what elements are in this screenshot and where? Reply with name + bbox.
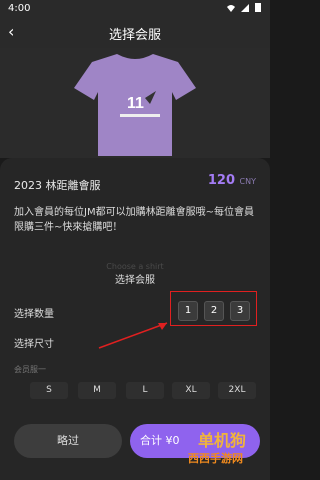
watermark-cn: 单机狗 bbox=[198, 431, 247, 450]
product-description: 加入會員的每位JM都可以加購林距離會服哦~每位會員限購三件~快來搶購吧！ bbox=[14, 207, 254, 233]
header: ‹ 选择会服 bbox=[0, 18, 270, 48]
price-value: 120 bbox=[207, 173, 235, 188]
signal-icon bbox=[241, 3, 249, 12]
status-icons bbox=[226, 2, 262, 13]
shirt-image: 11 bbox=[74, 54, 196, 156]
wifi-icon bbox=[227, 4, 235, 12]
arrow-annotation bbox=[98, 322, 168, 349]
status-bar: 4:00 bbox=[0, 0, 270, 18]
price-currency: CNY bbox=[239, 177, 256, 186]
highlight-box bbox=[170, 291, 257, 326]
skip-button[interactable]: 略过 bbox=[14, 424, 122, 458]
battery-icon bbox=[255, 3, 261, 12]
product-name: 2023 林距離會服 bbox=[14, 179, 101, 192]
size-option-s[interactable]: S bbox=[30, 382, 68, 399]
size-group-title: 会员服一 bbox=[14, 365, 46, 374]
size-option-m[interactable]: M bbox=[78, 382, 116, 399]
page-title: 选择会服 bbox=[108, 28, 161, 43]
product-hero: 11 bbox=[0, 48, 270, 158]
product-price: 120 CNY bbox=[208, 173, 256, 188]
section-faint-text: Choose a shirt bbox=[106, 262, 164, 271]
status-time: 4:00 bbox=[8, 3, 31, 14]
size-option-xl[interactable]: XL bbox=[172, 382, 210, 399]
size-option-2xl[interactable]: 2XL bbox=[218, 382, 256, 399]
size-label: 选择尺寸 bbox=[14, 339, 54, 350]
size-option-l[interactable]: L bbox=[126, 382, 164, 399]
watermark-site: 西西手游网 bbox=[188, 452, 243, 465]
quantity-label: 选择数量 bbox=[14, 309, 54, 320]
svg-text:11: 11 bbox=[127, 95, 144, 112]
section-title: 选择会服 bbox=[115, 275, 155, 286]
